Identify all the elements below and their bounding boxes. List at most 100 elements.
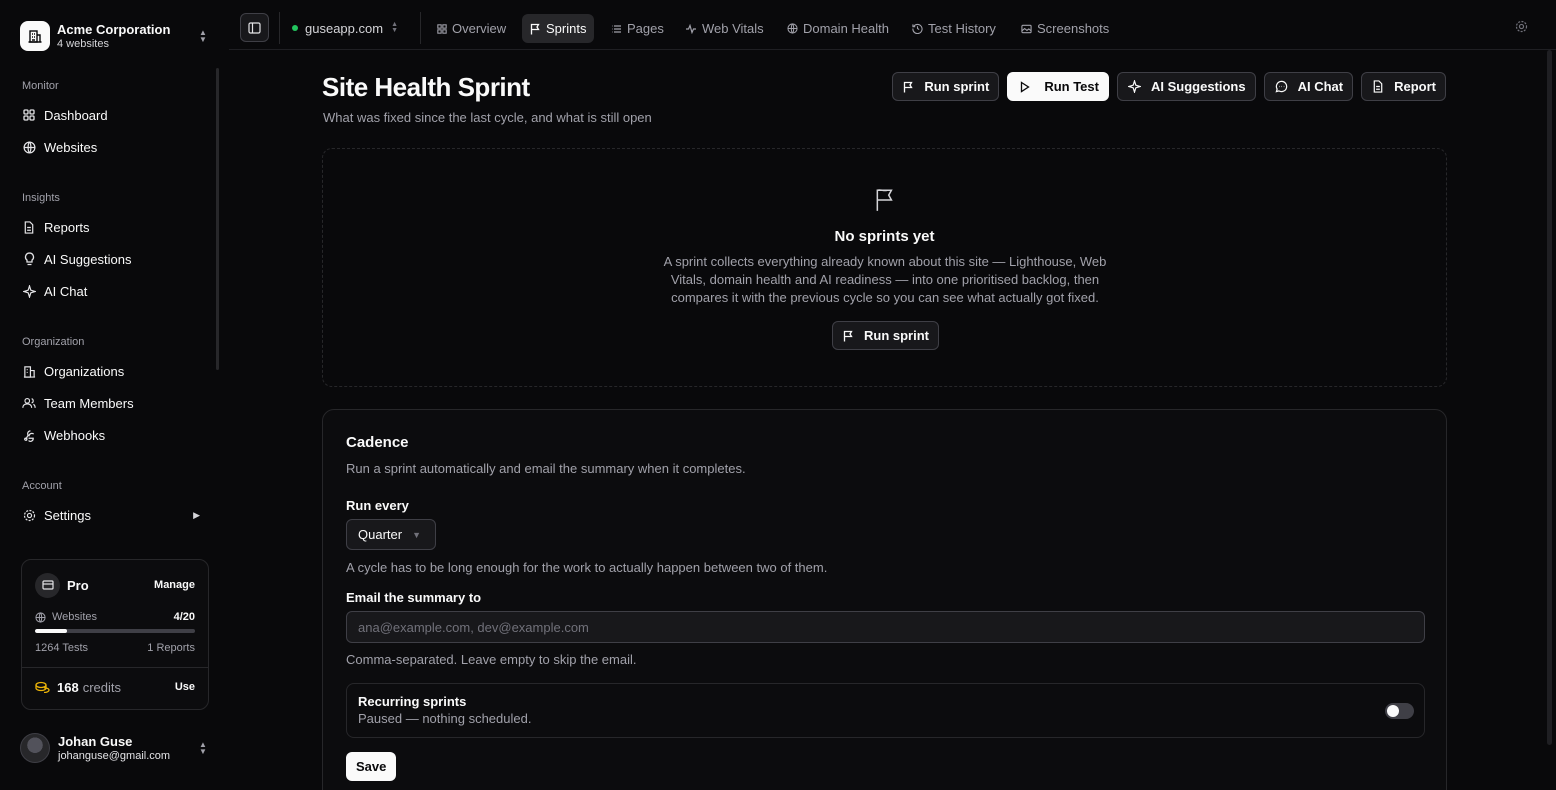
empty-state-title: No sprints yet [834,228,935,245]
page-subtitle: What was fixed since the last cycle, and… [323,110,652,125]
org-switcher[interactable]: Acme Corporation 4 websites ▲ ▼ [12,12,217,60]
ai-suggestions-button[interactable]: AI Suggestions [1116,72,1256,101]
reports-count: 1 Reports [147,642,195,654]
activity-icon [685,23,697,34]
user-menu[interactable]: Johan Guse johanguse@gmail.com ▲ ▼ [12,728,217,768]
gear-icon [22,508,36,522]
sidebar-item-reports[interactable]: Reports [12,211,212,243]
sidebar-item-webhooks[interactable]: Webhooks [12,419,212,451]
nav-group-organization: Organization Organizations Team Members … [12,333,212,451]
nav-group-title: Account [22,480,62,492]
image-icon [1021,24,1032,34]
sidebar-item-settings[interactable]: Settings ▶ [12,499,212,531]
scrollbar-thumb[interactable] [1547,50,1552,745]
tab-web-vitals[interactable]: Web Vitals [677,14,772,43]
sparkles-icon [22,284,36,298]
nav-group-account: Account Settings ▶ [12,477,212,531]
nav-group-title: Insights [22,192,60,204]
sidebar-item-dashboard[interactable]: Dashboard [12,99,212,131]
websites-usage: 4/20 [173,611,195,623]
credits-label: credits [82,679,121,695]
divider [279,12,280,44]
sidebar-item-label: Websites [44,139,98,155]
page-scrollbar[interactable] [1540,50,1556,790]
email-help: Comma-separated. Leave empty to skip the… [346,652,637,667]
sidebar-item-team-members[interactable]: Team Members [12,387,212,419]
tab-test-history[interactable]: Test History [904,14,1004,43]
site-name: guseapp.com [305,20,384,36]
tab-sprints[interactable]: Sprints [522,14,595,43]
websites-progress-bar [35,629,195,633]
button-label: Run sprint [864,328,929,343]
recurring-status: Paused — nothing scheduled. [358,711,532,726]
sidebar-item-ai-chat[interactable]: AI Chat [12,275,212,307]
tab-label: Screenshots [1037,21,1110,36]
nav-group-title: Monitor [22,80,59,92]
manage-plan-button[interactable]: Manage [154,579,195,591]
run-test-button[interactable]: Run Test [1007,72,1109,101]
sidebar-item-label: Team Members [44,395,134,411]
flag-icon [843,330,854,342]
tab-overview[interactable]: Overview [429,14,514,43]
lightbulb-icon [22,252,36,266]
recurring-toggle[interactable] [1385,703,1414,719]
sidebar-toggle-button[interactable] [240,13,269,42]
chevron-right-icon: ▶ [193,509,200,520]
run-sprint-button[interactable]: Run sprint [832,321,939,350]
run-sprint-button[interactable]: Run sprint [892,72,1000,101]
building-icon [22,364,36,378]
page-title: Site Health Sprint [322,72,530,102]
sidebar-item-ai-suggestions[interactable]: AI Suggestions [12,243,212,275]
sidebar: Acme Corporation 4 websites ▲ ▼ Monitor D… [0,0,229,790]
button-label: AI Chat [1297,79,1344,94]
ai-chat-button[interactable]: AI Chat [1263,72,1354,101]
recurring-sprints-row: Recurring sprints Paused — nothing sched… [346,683,1425,738]
tab-pages[interactable]: Pages [603,14,672,43]
use-credits-button[interactable]: Use [175,681,195,693]
divider [22,667,208,668]
user-name: Johan Guse [58,733,133,749]
user-email: johanguse@gmail.com [58,749,171,762]
sparkles-icon [1127,80,1141,93]
sidebar-item-label: Dashboard [44,107,108,123]
sidebar-item-label: Settings [44,507,91,523]
settings-button[interactable] [1515,20,1528,36]
history-icon [912,23,923,34]
cadence-title: Cadence [346,434,409,451]
report-button[interactable]: Report [1361,72,1446,101]
run-every-select[interactable]: Quarter ▼ [346,519,436,550]
sidebar-scrollbar[interactable] [216,68,219,370]
sidebar-item-organizations[interactable]: Organizations [12,355,212,387]
site-selector[interactable]: guseapp.com ▲ ▼ [292,14,398,42]
chevrons-up-down-icon: ▲ ▼ [391,21,398,34]
globe-icon [22,140,36,154]
sidebar-item-websites[interactable]: Websites [12,131,212,163]
button-label: Report [1394,79,1436,94]
sidebar-item-label: Webhooks [44,427,106,443]
globe-icon [787,23,798,34]
button-label: Run Test [1044,79,1099,94]
tab-label: Web Vitals [702,21,764,36]
save-button[interactable]: Save [346,752,397,781]
tab-label: Overview [452,21,507,36]
org-subtitle: 4 websites [57,37,109,50]
chevrons-up-down-icon: ▲ ▼ [199,740,207,756]
message-circle-icon [1275,80,1288,93]
list-icon [611,24,622,34]
plan-name: Pro [67,577,89,593]
empty-state-description: A sprint collects everything already kno… [663,254,1107,305]
tab-screenshots[interactable]: Screenshots [1013,14,1117,43]
status-dot [292,25,298,31]
app-root: Acme Corporation 4 websites ▲ ▼ Monitor D… [0,0,1556,790]
button-label: Run sprint [924,79,990,94]
play-icon [1020,80,1031,93]
tab-domain-health[interactable]: Domain Health [779,14,897,43]
building-icon [20,21,50,51]
topbar: guseapp.com ▲ ▼ Overview Sprints Pages We… [229,0,1556,50]
users-icon [22,396,36,410]
nav-group-title: Organization [22,336,85,348]
tab-label: Test History [928,21,996,36]
gear-icon [1515,20,1528,33]
flag-icon [903,81,914,93]
email-field[interactable] [346,611,1425,643]
